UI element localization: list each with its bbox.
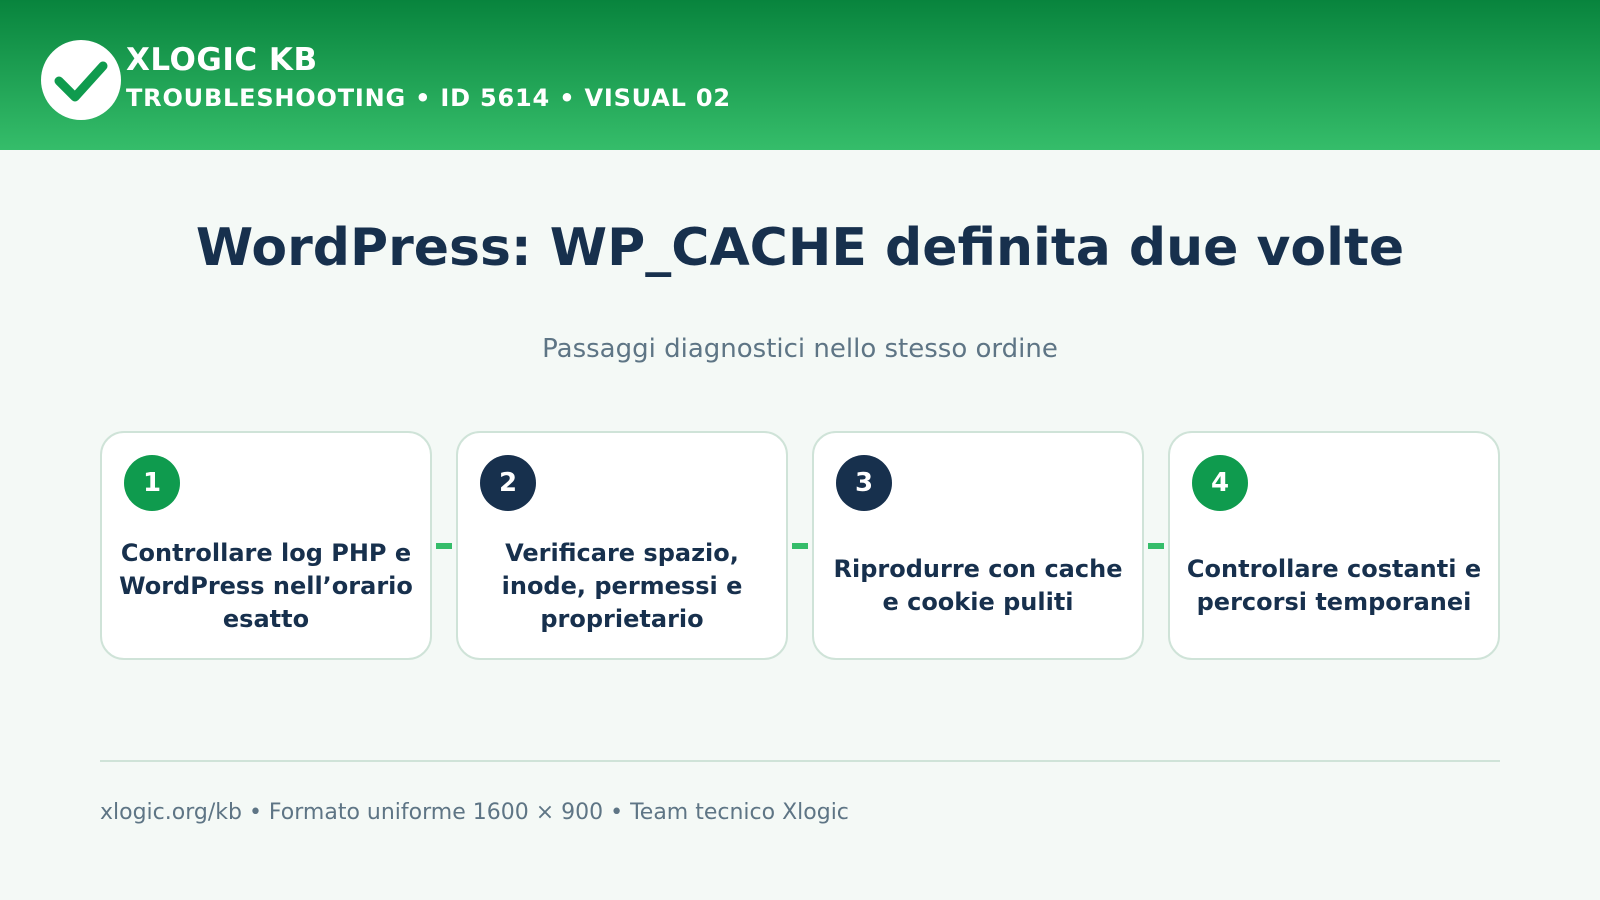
step-connector bbox=[1148, 543, 1164, 549]
brand-name: XLOGIC KB bbox=[126, 42, 318, 78]
check-icon bbox=[54, 61, 108, 102]
brand-subtitle: TROUBLESHOOTING • ID 5614 • VISUAL 02 bbox=[126, 84, 731, 112]
step-card-3: 3 Riprodurre con cache e cookie puliti bbox=[812, 431, 1144, 660]
step-card-1: 1 Controllare log PHP e WordPress nell’o… bbox=[100, 431, 432, 660]
step-connector bbox=[436, 543, 452, 549]
step-text: Verificare spazio, inode, permessi e pro… bbox=[501, 538, 743, 633]
step-number-badge: 2 bbox=[480, 455, 536, 511]
step-card-2: 2 Verificare spazio, inode, permessi e p… bbox=[456, 431, 788, 660]
logo bbox=[41, 40, 121, 120]
step-card-4: 4 Controllare costanti e percorsi tempor… bbox=[1168, 431, 1500, 660]
step-number-badge: 4 bbox=[1192, 455, 1248, 511]
page-title: WordPress: WP_CACHE definita due volte bbox=[195, 218, 1405, 278]
header-banner: XLOGIC KB TROUBLESHOOTING • ID 5614 • VI… bbox=[0, 0, 1600, 150]
step-number-badge: 1 bbox=[124, 455, 180, 511]
step-text: Controllare log PHP e WordPress nell’ora… bbox=[119, 538, 413, 633]
step-text: Controllare costanti e percorsi temporan… bbox=[1186, 555, 1482, 616]
step-connector bbox=[792, 543, 808, 549]
page-subtitle: Passaggi diagnostici nello stesso ordine bbox=[542, 334, 1058, 364]
step-text: Riprodurre con cache e cookie puliti bbox=[833, 555, 1123, 616]
step-number-badge: 3 bbox=[836, 455, 892, 511]
footer-text: xlogic.org/kb • Formato uniforme 1600 × … bbox=[100, 800, 849, 825]
footer-divider bbox=[100, 760, 1500, 762]
